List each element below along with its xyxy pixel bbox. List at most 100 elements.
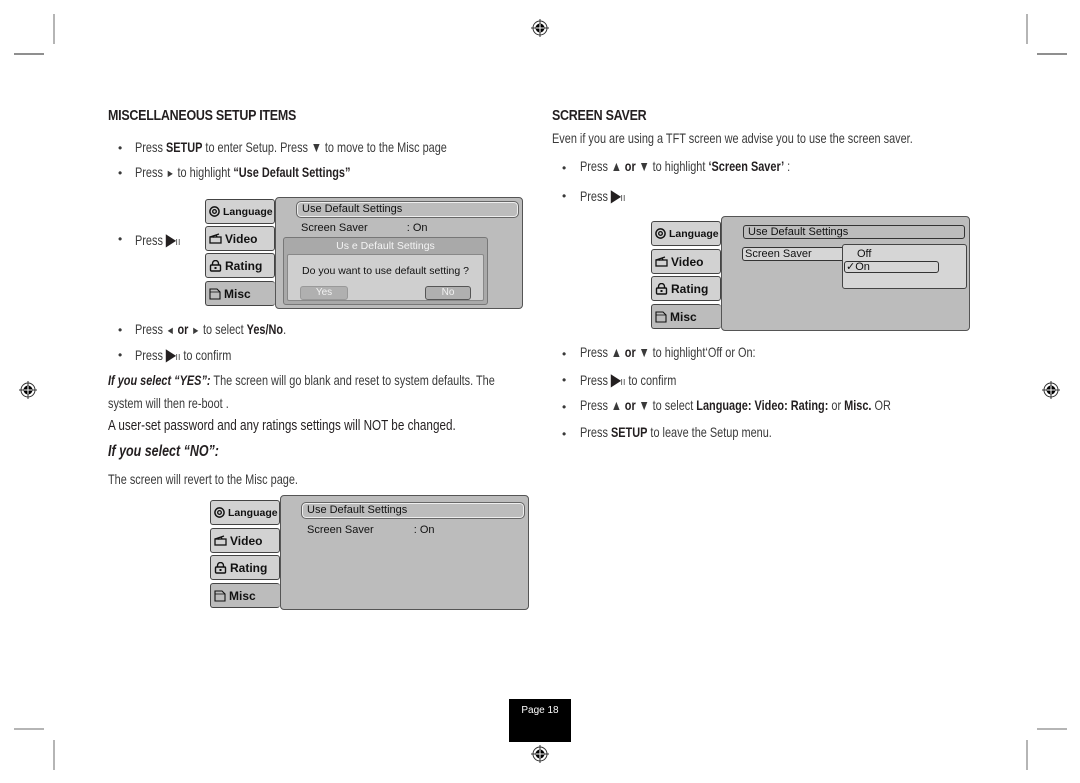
- instruction-line: Press ▶ıı: [135, 230, 180, 250]
- tab-label: Rating: [225, 258, 263, 273]
- text: to highlight: [174, 164, 234, 180]
- text: Press: [580, 158, 611, 174]
- lock-icon: [209, 259, 222, 272]
- right-triangle-icon: ►: [165, 168, 175, 180]
- up-triangle-icon: ▲: [610, 158, 622, 174]
- instruction-line: Press ▲ or ▼ to highlight‘Off or On:: [580, 344, 756, 360]
- text: Press: [580, 397, 611, 413]
- text: Press: [135, 232, 163, 248]
- dropdown-option-off[interactable]: Off: [857, 248, 871, 260]
- crop-mark: [53, 14, 55, 44]
- down-triangle-icon: ▼: [638, 158, 650, 174]
- tab-language[interactable]: Language: [205, 199, 275, 224]
- no-text: The screen will revert to the Misc page.: [108, 471, 298, 487]
- dialog-title: Us e Default Settings: [336, 240, 435, 252]
- text: Press: [135, 139, 166, 155]
- screen-saver-item[interactable]: Screen Saver : On: [301, 222, 428, 234]
- text: to select: [199, 321, 247, 337]
- tab-video[interactable]: Video: [651, 249, 721, 274]
- crop-mark: [1037, 728, 1067, 730]
- page-number: Page 18: [509, 699, 571, 742]
- text: or: [177, 321, 189, 337]
- tab-label: Misc: [229, 588, 256, 603]
- tab-label: Rating: [230, 560, 268, 575]
- registration-mark-icon: [1042, 381, 1060, 399]
- tab-misc[interactable]: Misc: [205, 281, 275, 306]
- bullet: •: [562, 161, 567, 175]
- screen-saver-item[interactable]: Screen Saver : On: [307, 524, 435, 536]
- registration-mark-icon: [531, 745, 549, 763]
- text: or: [621, 158, 639, 174]
- screen-saver-label: Screen Saver: [307, 524, 374, 536]
- screen-saver-intro: Even if you are using a TFT screen we ad…: [552, 130, 913, 146]
- screen-saver-value: : On: [413, 524, 435, 536]
- misc-heading: MISCELLANEOUS SETUP ITEMS: [108, 108, 297, 124]
- tab-label: Video: [230, 533, 263, 548]
- text: to confirm: [625, 372, 677, 388]
- tab-video[interactable]: Video: [205, 226, 275, 251]
- yes-paragraph-cont: system will then re-boot .: [108, 395, 229, 411]
- option-label: On: [855, 261, 870, 273]
- text: to select: [649, 397, 697, 413]
- bullet: •: [118, 348, 123, 362]
- bullet: •: [562, 373, 567, 387]
- use-default-settings-item[interactable]: Use Default Settings: [296, 201, 519, 218]
- yes-button[interactable]: Yes: [300, 286, 348, 300]
- text: Press: [580, 424, 611, 440]
- tab-language[interactable]: Language: [210, 500, 280, 525]
- tab-misc[interactable]: Misc: [651, 304, 721, 329]
- lock-icon: [214, 561, 227, 574]
- highlight-target: ‘Screen Saver’: [708, 158, 785, 174]
- screen-saver-label: Screen Saver: [301, 222, 368, 234]
- text: or: [621, 397, 639, 413]
- language-icon: [209, 206, 220, 217]
- text: Press: [580, 188, 611, 204]
- text: to highlight‘Off or On:: [649, 344, 756, 360]
- tab-label: Language: [223, 205, 273, 218]
- crop-mark: [1037, 53, 1067, 55]
- text: The screen will go blank and reset to sy…: [210, 372, 495, 388]
- tab-video[interactable]: Video: [210, 528, 280, 553]
- setup-key: SETUP: [610, 424, 648, 440]
- text: Press: [580, 372, 611, 388]
- bullet: •: [562, 400, 567, 414]
- text: .: [283, 321, 287, 337]
- tab-label: Language: [228, 506, 278, 519]
- play-pause-icon: ▶ıı: [165, 232, 181, 249]
- text: Press: [135, 321, 166, 337]
- use-default-settings-item[interactable]: Use Default Settings: [743, 225, 965, 239]
- bullet: •: [562, 427, 567, 441]
- down-triangle-icon: ▼: [638, 344, 650, 360]
- language-icon: [655, 228, 666, 239]
- dialog-body: Do you want to use default setting ? Yes…: [287, 254, 484, 301]
- bullet: •: [118, 323, 123, 337]
- tab-rating[interactable]: Rating: [210, 555, 280, 580]
- document-icon: [209, 287, 221, 300]
- registration-mark-icon: [531, 19, 549, 37]
- registration-mark-icon: [19, 381, 37, 399]
- clapperboard-icon: [214, 535, 227, 546]
- text: or: [621, 344, 639, 360]
- tab-misc[interactable]: Misc: [210, 583, 280, 608]
- tab-language[interactable]: Language: [651, 221, 721, 246]
- instruction-line: Press ▶ıı: [580, 186, 625, 206]
- misc-name: Misc.: [844, 397, 872, 413]
- osd-menu-screen-saver: Language Video Rating Misc Use Default S…: [651, 216, 971, 332]
- bullet: •: [562, 189, 567, 203]
- tab-label: Video: [225, 231, 258, 246]
- dropdown-option-on[interactable]: ✓On: [844, 261, 939, 273]
- tab-label: Video: [671, 254, 704, 269]
- screen-saver-item[interactable]: Screen Saver: [742, 247, 842, 261]
- instruction-line: Press ▶ıı to confirm: [135, 345, 231, 365]
- use-default-settings-item[interactable]: Use Default Settings: [301, 502, 525, 519]
- no-button[interactable]: No: [425, 286, 471, 300]
- checkmark-icon: ✓: [846, 261, 856, 273]
- lock-icon: [655, 282, 668, 295]
- language-icon: [214, 507, 225, 518]
- menu-names: Language: Video: Rating:: [696, 397, 829, 413]
- tab-label: Misc: [670, 309, 697, 324]
- warning-text: A user-set password and any ratings sett…: [108, 417, 456, 434]
- tab-rating[interactable]: Rating: [651, 276, 721, 301]
- instruction-line: Press SETUP to leave the Setup menu.: [580, 424, 772, 440]
- tab-rating[interactable]: Rating: [205, 253, 275, 278]
